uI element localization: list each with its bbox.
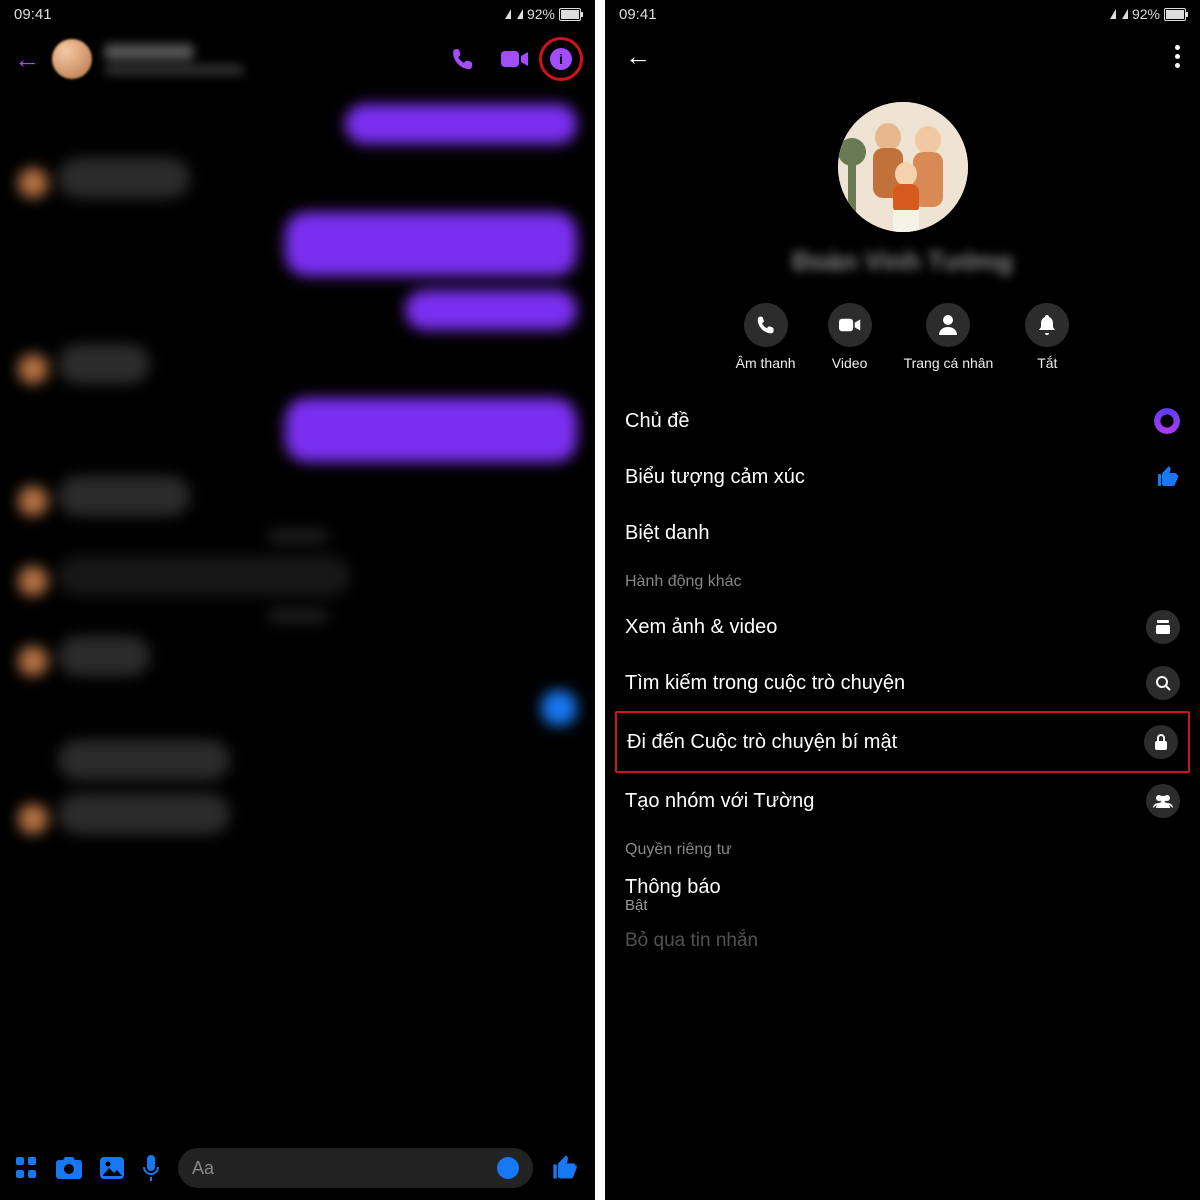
action-label: Tắt [1037,355,1057,371]
action-audio[interactable]: Âm thanh [736,303,796,371]
settings-list: Chủ đề Biểu tượng cảm xúc Biệt danh Hành… [605,393,1200,952]
theme-ring-icon [1154,408,1180,434]
emoji-icon[interactable] [497,1157,519,1179]
info-button-highlight: i [541,39,581,79]
person-icon [926,303,970,347]
bell-icon [1025,303,1069,347]
thumb-icon [1156,465,1180,489]
action-label: Âm thanh [736,355,796,371]
settings-header: ← [605,28,1200,84]
status-battery: 92% [527,6,555,22]
item-ignore-cut[interactable]: Bỏ qua tin nhắn [625,922,1180,952]
section-privacy: Quyền riêng tư [625,829,1180,867]
status-right: 92% [1108,6,1186,22]
message-input[interactable]: Aa [178,1148,533,1188]
profile-name: Đoàn Vinh Tường [792,246,1012,277]
like-icon[interactable] [551,1154,579,1182]
item-create-group[interactable]: Tạo nhóm với Tường [625,773,1180,829]
chat-header: ← i [0,28,595,90]
stack-icon [1146,610,1180,644]
mic-icon[interactable] [142,1155,160,1181]
action-mute[interactable]: Tắt [1025,303,1069,371]
message-placeholder: Aa [192,1158,214,1179]
action-label: Trang cá nhân [904,355,994,371]
item-label: Đi đến Cuộc trò chuyện bí mật [627,731,897,754]
apps-icon[interactable] [16,1157,38,1179]
info-icon[interactable]: i [550,48,572,70]
item-label: Tạo nhóm với Tường [625,790,814,813]
phone-icon [744,303,788,347]
avatar-large[interactable] [838,102,968,232]
chat-screen: 09:41 92% ← i [0,0,595,1200]
item-label: Biểu tượng cảm xúc [625,466,805,489]
section-more-actions: Hành động khác [625,561,1180,599]
item-nickname[interactable]: Biệt danh [625,505,1180,561]
item-label: Biệt danh [625,522,710,545]
action-video[interactable]: Video [828,303,872,371]
status-battery: 92% [1132,6,1160,22]
camera-icon[interactable] [56,1157,82,1179]
status-bar: 09:41 92% [605,0,1200,28]
profile-section: Đoàn Vinh Tường [605,84,1200,285]
action-profile[interactable]: Trang cá nhân [904,303,994,371]
notifications-state: Bật [625,897,1180,922]
avatar[interactable] [52,39,92,79]
status-time: 09:41 [14,6,52,23]
search-icon [1146,666,1180,700]
contact-name[interactable] [104,44,425,75]
phone-icon[interactable] [451,47,475,71]
gallery-icon[interactable] [100,1157,124,1179]
video-icon [828,303,872,347]
item-secret-conversation-highlight[interactable]: Đi đến Cuộc trò chuyện bí mật [615,711,1190,773]
back-arrow-icon[interactable]: ← [625,41,651,72]
item-label: Tìm kiếm trong cuộc trò chuyện [625,672,905,695]
video-icon[interactable] [501,49,529,69]
item-search[interactable]: Tìm kiếm trong cuộc trò chuyện [625,655,1180,711]
status-bar: 09:41 92% [0,0,595,28]
more-icon[interactable] [1175,45,1180,68]
item-label: Thông báo [625,876,721,899]
action-label: Video [832,355,868,371]
chat-messages[interactable] [0,90,595,1130]
status-time: 09:41 [619,6,657,23]
group-icon [1146,784,1180,818]
item-media[interactable]: Xem ảnh & video [625,599,1180,655]
lock-icon [1144,725,1178,759]
back-arrow-icon[interactable]: ← [14,44,40,75]
action-row: Âm thanh Video Trang cá nhân Tắt [605,303,1200,371]
item-theme[interactable]: Chủ đề [625,393,1180,449]
item-label: Xem ảnh & video [625,616,777,639]
chat-input-bar: Aa [0,1136,595,1200]
item-emoji[interactable]: Biểu tượng cảm xúc [625,449,1180,505]
status-right: 92% [503,6,581,22]
item-label: Chủ đề [625,410,690,433]
settings-screen: 09:41 92% ← Đoàn Vinh Tường [605,0,1200,1200]
